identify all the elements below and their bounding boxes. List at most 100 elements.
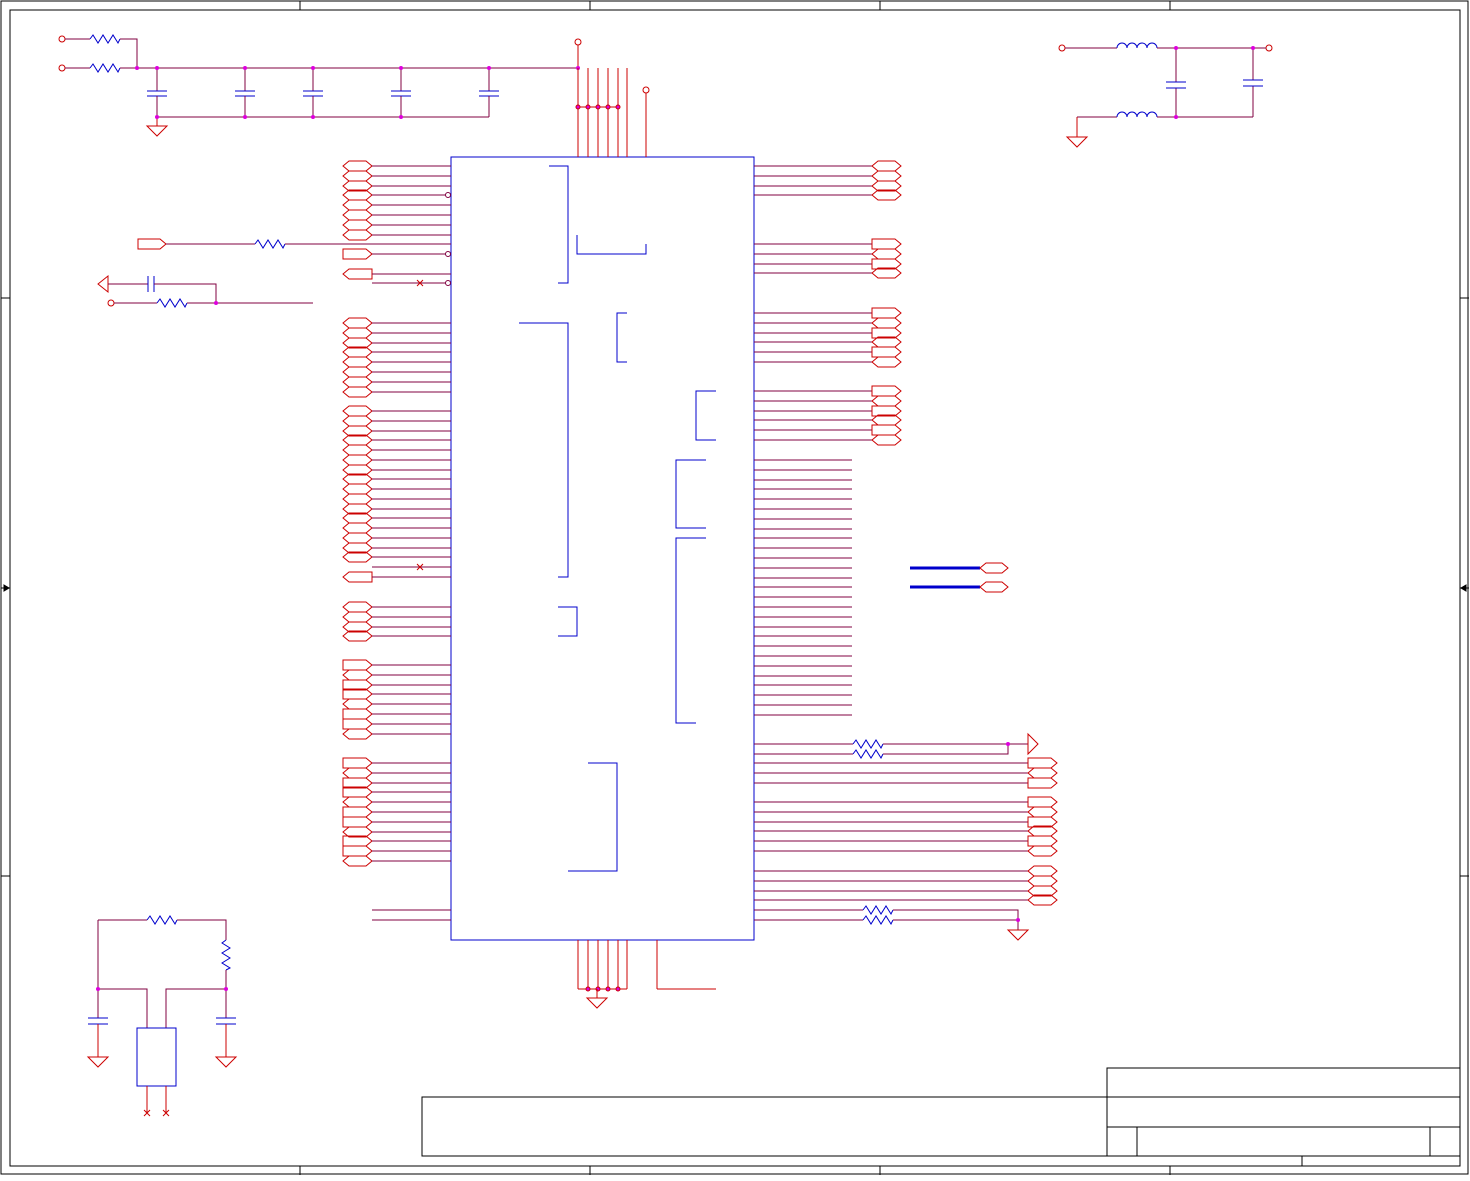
inductor-icon xyxy=(1116,42,1158,49)
junction-dot xyxy=(1174,115,1178,119)
ground-icon xyxy=(145,125,169,137)
junction-dot xyxy=(605,104,611,110)
resistor-icon xyxy=(89,34,121,45)
net-port-icon xyxy=(342,483,373,495)
input-rc-network xyxy=(97,238,451,309)
net-port-icon xyxy=(342,757,373,769)
resistor-icon xyxy=(862,915,894,926)
power-pin-circle xyxy=(642,86,650,94)
net-port-icon xyxy=(342,327,373,339)
schematic-sheet xyxy=(0,0,1470,1176)
net-port-icon xyxy=(342,532,373,544)
net-port-icon xyxy=(342,405,373,417)
no-connect-icon xyxy=(143,1109,170,1117)
net-port-icon xyxy=(1027,796,1058,808)
net-port-icon xyxy=(1027,875,1058,887)
net-port-icon xyxy=(342,522,373,534)
net-port-icon xyxy=(342,493,373,505)
net-port-icon xyxy=(342,248,373,260)
junction-dot xyxy=(595,104,601,110)
junction-dot xyxy=(487,66,491,70)
net-port-icon xyxy=(342,669,373,681)
junction-dot xyxy=(575,104,581,110)
net-port-icon xyxy=(342,386,373,398)
clock-input-wires xyxy=(372,909,451,921)
net-port-icon xyxy=(871,434,902,446)
resistor-icon xyxy=(221,939,232,971)
net-port-icon xyxy=(1027,845,1058,857)
net-port-icon xyxy=(342,698,373,710)
net-port-icon xyxy=(342,268,373,280)
internal-brackets xyxy=(519,165,716,872)
net-port-icon xyxy=(342,415,373,427)
net-port-icon xyxy=(871,248,902,260)
net-port-icon xyxy=(342,806,373,818)
net-port-icon xyxy=(342,796,373,808)
net-port-icon xyxy=(342,376,373,388)
net-port-icon xyxy=(871,160,902,172)
junction-dot xyxy=(243,66,247,70)
junction-dot xyxy=(605,986,611,992)
net-port-icon xyxy=(871,346,902,358)
junction-dot xyxy=(1016,918,1020,922)
crystal-body xyxy=(136,1027,177,1087)
ic-body xyxy=(450,156,755,941)
net-port-icon xyxy=(342,229,373,241)
ground-icon xyxy=(1065,136,1089,148)
title-block xyxy=(421,1067,1461,1166)
resistor-icon xyxy=(862,905,894,916)
net-port-icon xyxy=(1027,767,1058,779)
net-port-icon xyxy=(342,571,373,583)
ground-icon xyxy=(585,997,609,1009)
resistor-icon xyxy=(852,749,884,760)
power-filter-top-left xyxy=(58,34,582,137)
ground-arrow-icon xyxy=(97,274,109,294)
net-port-icon xyxy=(342,209,373,221)
junction-dot xyxy=(311,66,315,70)
junction-dot xyxy=(585,104,591,110)
junction-dot xyxy=(96,987,100,991)
junction-dot xyxy=(1251,46,1255,50)
inverted-pin-bubble xyxy=(445,192,451,198)
net-port-icon xyxy=(342,356,373,368)
power-pin-circle xyxy=(1058,44,1066,52)
crystal-section xyxy=(86,915,238,1117)
net-port-icon xyxy=(342,659,373,671)
resistor-icon xyxy=(89,63,121,74)
sheet-border xyxy=(0,0,1469,1175)
power-pin-circle xyxy=(107,299,115,307)
ground-icon xyxy=(1006,929,1030,941)
net-port-icon xyxy=(342,454,373,466)
net-port-icon xyxy=(342,845,373,857)
junction-dot xyxy=(1006,742,1010,746)
ground-icon xyxy=(214,1056,238,1068)
junction-dot xyxy=(399,66,403,70)
net-port-icon xyxy=(871,238,902,250)
bus-lines xyxy=(910,562,1009,593)
net-port-icon xyxy=(871,317,902,329)
net-port-icon xyxy=(871,385,902,397)
net-port-icon xyxy=(871,170,902,182)
net-port-icon xyxy=(342,708,373,720)
net-port-icon xyxy=(871,395,902,407)
inductor-icon xyxy=(1116,111,1158,118)
junction-dot xyxy=(399,115,403,119)
net-port-icon xyxy=(871,424,902,436)
resistor-icon xyxy=(156,298,188,309)
lc-filter-top-right xyxy=(1058,42,1273,148)
junction-dot xyxy=(243,115,247,119)
junction-dot xyxy=(1174,46,1178,50)
net-port-icon xyxy=(342,601,373,613)
net-port-icon xyxy=(342,160,373,172)
inverted-pin-bubble xyxy=(445,280,451,286)
net-port-icon xyxy=(1027,835,1058,847)
junction-dot xyxy=(155,66,159,70)
junction-dot xyxy=(585,986,591,992)
net-port-icon xyxy=(342,199,373,211)
notes-box xyxy=(421,1096,1108,1157)
net-port-icon xyxy=(342,444,373,456)
net-port-icon xyxy=(137,238,167,250)
net-port-icon xyxy=(979,581,1009,593)
net-port-icon xyxy=(342,728,373,740)
junction-dot xyxy=(214,301,218,305)
